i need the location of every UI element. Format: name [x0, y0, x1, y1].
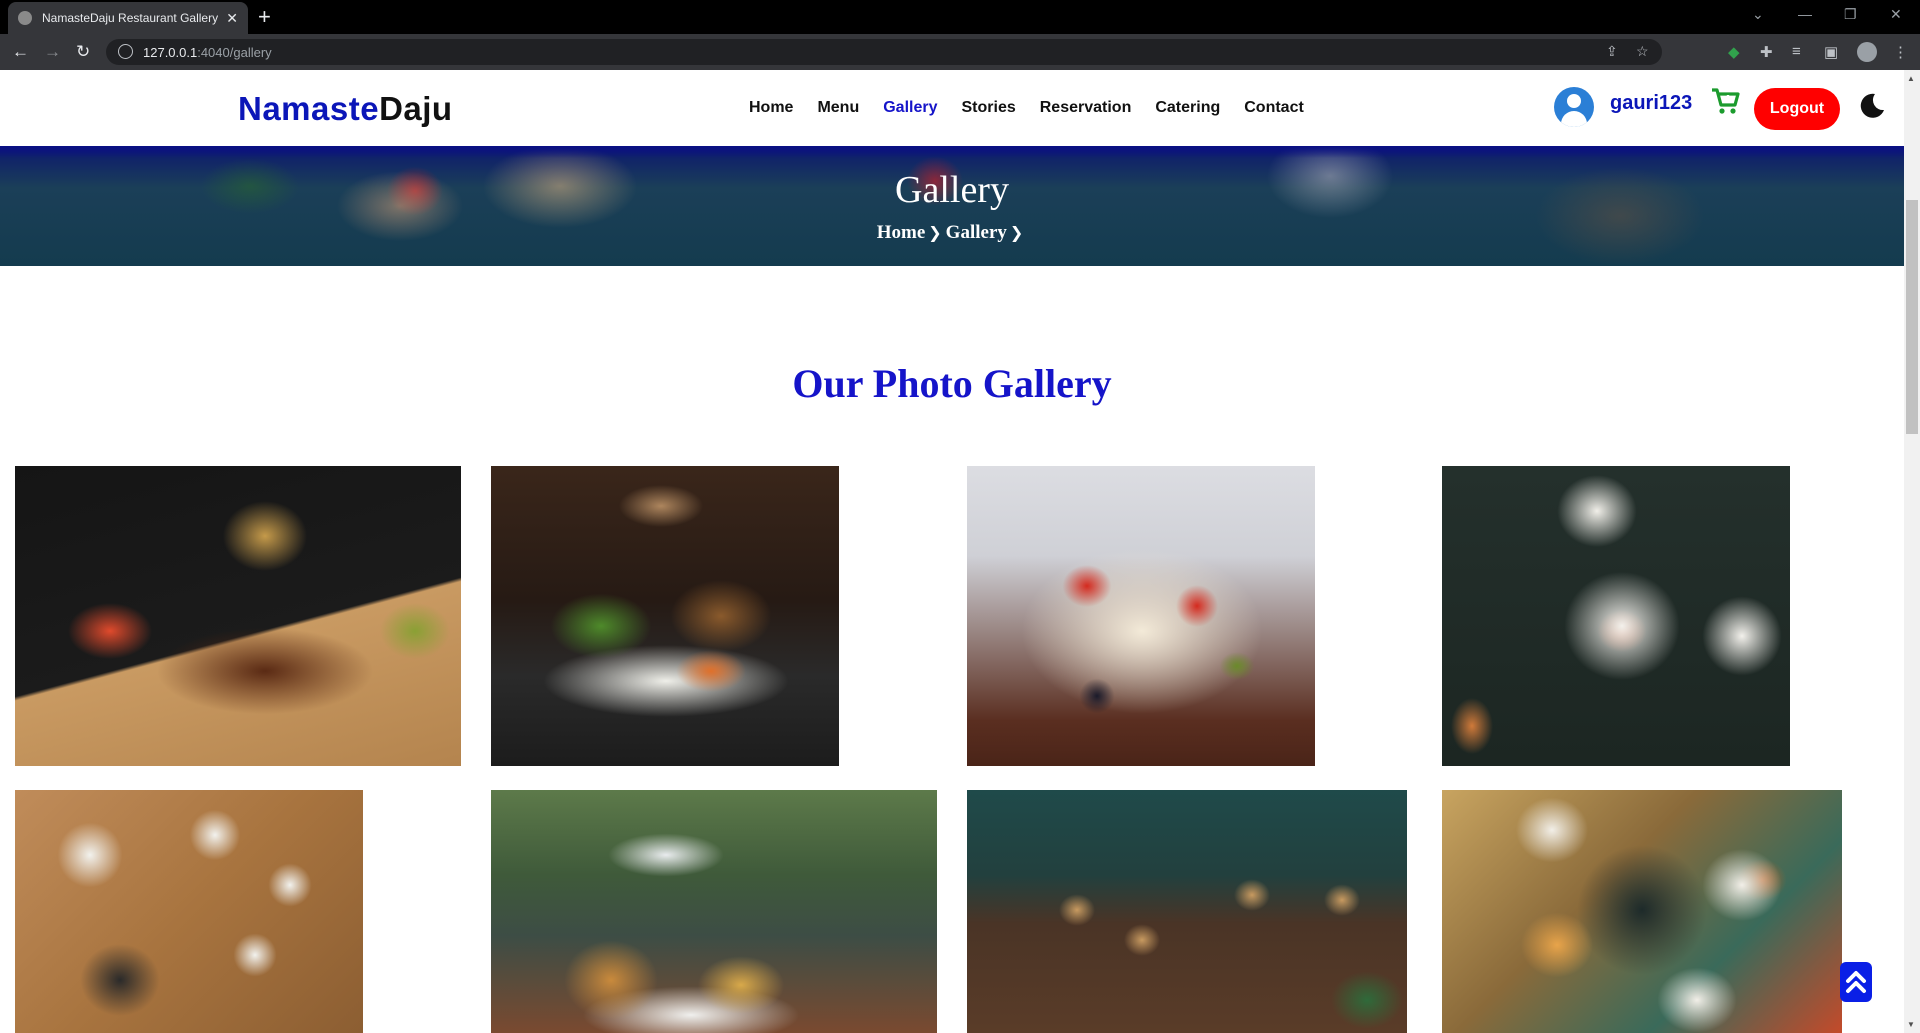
- url-text: 127.0.0.1:4040/gallery: [143, 45, 272, 60]
- share-icon[interactable]: ⇪: [1606, 43, 1618, 60]
- browser-menu-icon[interactable]: ⋮: [1893, 43, 1908, 61]
- breadcrumb: Home ❯ Gallery ❯: [0, 222, 1904, 244]
- browser-tab-strip: NamasteDaju Restaurant Gallery ✕ + ⌄ — ❐…: [0, 0, 1920, 34]
- dark-mode-moon-icon[interactable]: [1858, 92, 1886, 120]
- gallery-heading: Our Photo Gallery: [792, 361, 1112, 406]
- reload-icon[interactable]: ↻: [76, 42, 90, 62]
- browser-toolbar: ← → ↻ 127.0.0.1:4040/gallery ⇪ ☆ ◆ ✚ ≡ ▣…: [0, 34, 1920, 70]
- steak-salad-photo[interactable]: [491, 466, 839, 766]
- main-nav: Home Menu Gallery Stories Reservation Ca…: [749, 99, 1328, 117]
- nav-contact[interactable]: Contact: [1244, 99, 1304, 117]
- nav-catering[interactable]: Catering: [1155, 99, 1220, 117]
- minimize-icon[interactable]: —: [1798, 6, 1812, 22]
- extensions-puzzle-icon[interactable]: ✚: [1760, 43, 1773, 61]
- burgers-fries-table-photo[interactable]: [1442, 790, 1842, 1033]
- chevron-right-icon: ❯: [1009, 223, 1024, 242]
- nav-home[interactable]: Home: [749, 99, 793, 117]
- korean-bibimbap-photo[interactable]: [15, 790, 363, 1033]
- nav-menu[interactable]: Menu: [817, 99, 859, 117]
- site-logo[interactable]: NamasteDaju: [238, 90, 453, 128]
- banner-title: Gallery: [895, 169, 1009, 211]
- cart-plus-icon[interactable]: [1710, 86, 1740, 116]
- media-queue-icon[interactable]: ≡: [1792, 43, 1801, 60]
- new-tab-icon[interactable]: +: [258, 4, 271, 30]
- profile-avatar-icon[interactable]: [1857, 42, 1877, 62]
- user-avatar-icon[interactable]: [1554, 87, 1594, 127]
- breadcrumb-current: Gallery: [945, 222, 1007, 243]
- extension-icon[interactable]: ◆: [1728, 43, 1740, 61]
- scroll-down-arrow-icon[interactable]: ▼: [1907, 1020, 1915, 1029]
- back-to-top-button[interactable]: [1840, 962, 1872, 1002]
- chevron-right-icon: ❯: [928, 223, 942, 242]
- tab-search-icon[interactable]: ⌄: [1752, 6, 1764, 23]
- username[interactable]: gauri123: [1610, 92, 1692, 115]
- window-close-icon[interactable]: ✕: [1890, 6, 1902, 23]
- breadcrumb-home[interactable]: Home: [877, 222, 926, 243]
- logout-button[interactable]: Logout: [1754, 88, 1840, 130]
- nav-reservation[interactable]: Reservation: [1040, 99, 1132, 117]
- restore-icon[interactable]: ❐: [1844, 6, 1857, 23]
- address-bar[interactable]: 127.0.0.1:4040/gallery ⇪ ☆: [106, 39, 1662, 65]
- double-chevron-up-icon: [1846, 971, 1866, 993]
- back-icon[interactable]: ←: [12, 42, 29, 62]
- globe-icon: [18, 11, 32, 25]
- forward-icon[interactable]: →: [44, 42, 61, 62]
- cafe-tables-aerial-photo[interactable]: [967, 790, 1407, 1033]
- table-dishes-photo[interactable]: [1442, 466, 1790, 766]
- pasta-salad-photo[interactable]: [967, 466, 1315, 766]
- nav-gallery[interactable]: Gallery: [883, 99, 937, 117]
- nav-stories[interactable]: Stories: [962, 99, 1016, 117]
- burger-canal-photo[interactable]: [491, 790, 937, 1033]
- close-tab-icon[interactable]: ✕: [226, 10, 238, 27]
- scroll-up-arrow-icon[interactable]: ▲: [1907, 74, 1915, 83]
- site-info-icon[interactable]: [118, 44, 133, 59]
- tab-title: NamasteDaju Restaurant Gallery: [42, 11, 219, 25]
- side-panel-icon[interactable]: ▣: [1824, 43, 1838, 61]
- scrollbar-thumb[interactable]: [1906, 200, 1918, 434]
- site-header: NamasteDaju Home Menu Gallery Stories Re…: [0, 70, 1904, 146]
- bookmark-star-icon[interactable]: ☆: [1636, 43, 1649, 60]
- ribs-platter-photo[interactable]: [15, 466, 461, 766]
- page-banner: Gallery Home ❯ Gallery ❯: [0, 146, 1904, 266]
- browser-tab[interactable]: NamasteDaju Restaurant Gallery ✕: [8, 2, 248, 34]
